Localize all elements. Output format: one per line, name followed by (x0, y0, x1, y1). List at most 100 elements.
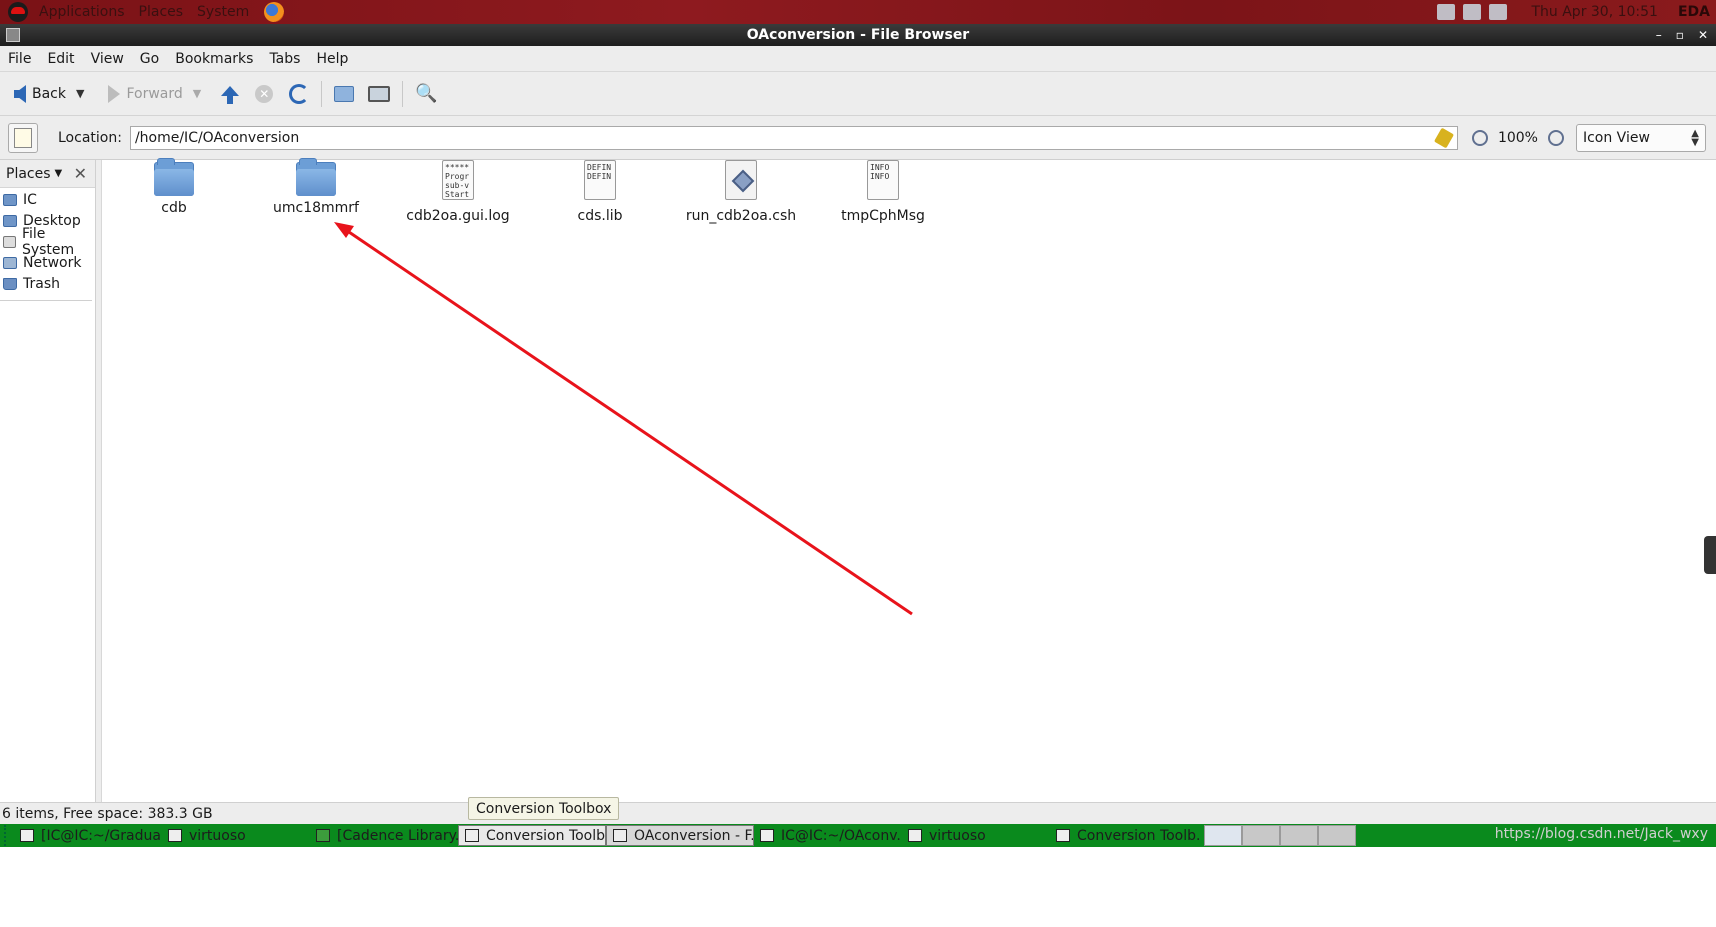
menu-help[interactable]: Help (308, 51, 356, 67)
sidebar-header[interactable]: Places ▼ ✕ (0, 160, 95, 188)
sidebar-resize-handle[interactable] (96, 160, 102, 802)
clock[interactable]: Thu Apr 30, 10:51 (1531, 4, 1657, 20)
close-window-icon[interactable]: ✕ (1698, 28, 1708, 42)
view-mode-value: Icon View (1582, 129, 1650, 146)
maximize-icon[interactable]: ▫ (1676, 28, 1684, 42)
menubar: File Edit View Go Bookmarks Tabs Help (0, 46, 1716, 72)
task-label: IC@IC:~/OAconv... (781, 827, 902, 844)
file-name: cdb2oa.gui.log (406, 208, 510, 224)
menu-go[interactable]: Go (132, 51, 167, 67)
icon-view[interactable]: cdb umc18mmrf ***** Progr sub-v Start cd… (103, 158, 1716, 802)
taskbar: [IC@IC:~/Gradua... virtuoso [Cadence Lib… (0, 824, 1716, 847)
toggle-location-edit-button[interactable] (8, 122, 38, 153)
close-sidebar-icon[interactable]: ✕ (74, 164, 87, 183)
printer-icon[interactable] (1437, 4, 1456, 20)
task-button[interactable]: Conversion Toolb... (458, 825, 606, 846)
zoom-level[interactable]: 100% (1498, 130, 1538, 146)
status-text: 6 items, Free space: 383.3 GB (2, 805, 213, 822)
task-button[interactable]: virtuoso (902, 825, 1050, 846)
task-label: [IC@IC:~/Gradua... (41, 827, 162, 844)
places-menu[interactable]: Places (132, 4, 191, 20)
task-button[interactable]: [IC@IC:~/Gradua... (14, 825, 162, 846)
panel-tray: Thu Apr 30, 10:51 EDA (1437, 4, 1716, 20)
terminal-icon (760, 829, 774, 842)
panel-menus: Applications Places System (32, 0, 256, 24)
zoom-out-icon[interactable] (1471, 129, 1488, 146)
show-desktop-button[interactable] (1204, 825, 1242, 846)
text-file-icon: DEFIN DEFIN (584, 160, 616, 200)
file-item[interactable]: DEFIN DEFIN cds.lib (535, 160, 665, 224)
stop-button[interactable]: ✕ (251, 78, 277, 110)
sidebar-item-network[interactable]: Network (0, 252, 95, 273)
window-titlebar[interactable]: OAconversion - File Browser – ▫ ✕ (0, 24, 1716, 46)
location-input[interactable]: /home/IC/OAconversion (129, 125, 1458, 150)
computer-button[interactable] (364, 78, 394, 110)
computer-icon (368, 85, 391, 102)
clear-location-icon[interactable] (1433, 127, 1454, 148)
system-menu[interactable]: System (190, 4, 256, 20)
up-button[interactable] (217, 78, 243, 110)
back-button[interactable]: Back ▼ (10, 78, 88, 110)
home-folder-icon (3, 193, 17, 206)
menu-tabs[interactable]: Tabs (261, 51, 308, 67)
task-button[interactable]: [Cadence Library... (310, 825, 458, 846)
task-button[interactable]: OAconversion - F... (606, 825, 754, 846)
cadence-icon (908, 829, 922, 842)
volume-icon[interactable] (1463, 4, 1482, 20)
minimize-icon[interactable]: – (1656, 28, 1662, 42)
chevron-down-icon[interactable]: ▼ (55, 168, 63, 179)
file-item[interactable]: INFO INFO tmpCphMsg (818, 160, 948, 224)
file-item[interactable]: cdb (109, 158, 239, 216)
task-label: virtuoso (189, 827, 246, 844)
window-title: OAconversion - File Browser (746, 27, 970, 43)
menu-file[interactable]: File (0, 51, 39, 67)
sidebar-item-label: IC (23, 191, 37, 208)
cadence-icon (465, 829, 479, 842)
home-button[interactable] (330, 78, 358, 110)
forward-history-dropdown[interactable]: ▼ (193, 87, 201, 100)
network-status-icon[interactable] (1489, 4, 1508, 20)
menu-bookmarks[interactable]: Bookmarks (167, 51, 261, 67)
location-bar: Location: /home/IC/OAconversion 100% Ico… (0, 116, 1716, 160)
redhat-logo-icon[interactable] (8, 2, 28, 22)
task-label: virtuoso (929, 827, 986, 844)
tooltip: Conversion Toolbox (468, 797, 620, 820)
sidebar-item-ic[interactable]: IC (0, 189, 95, 210)
location-path: /home/IC/OAconversion (134, 129, 300, 146)
task-button[interactable]: IC@IC:~/OAconv... (754, 825, 902, 846)
menu-edit[interactable]: Edit (39, 51, 82, 67)
watermark: https://blog.csdn.net/Jack_wxy (1494, 826, 1708, 842)
window-menu-icon[interactable] (6, 28, 20, 42)
file-item[interactable]: umc18mmrf (251, 158, 381, 216)
file-item[interactable]: ***** Progr sub-v Start cdb2oa.gui.log (393, 160, 523, 224)
toolbar: Back ▼ Forward ▼ ✕ 🔍 (0, 72, 1716, 116)
location-label: Location: (58, 129, 122, 146)
sidebar-item-file-system[interactable]: File System (0, 226, 95, 258)
forward-label: Forward (126, 85, 183, 102)
reload-button[interactable] (285, 78, 313, 110)
task-label: [Cadence Library... (337, 827, 458, 844)
network-icon (3, 256, 17, 269)
workspace-switcher-1[interactable] (1242, 825, 1280, 846)
workspace-switcher-3[interactable] (1318, 825, 1356, 846)
forward-button[interactable]: Forward ▼ (98, 78, 205, 110)
script-file-icon (725, 160, 757, 200)
firefox-icon[interactable] (264, 2, 285, 22)
workspace-switcher-2[interactable] (1280, 825, 1318, 846)
taskbar-handle[interactable] (4, 825, 14, 846)
zoom-in-icon[interactable] (1547, 129, 1564, 146)
view-mode-select[interactable]: Icon View ▲ ▼ (1575, 123, 1706, 152)
search-button[interactable]: 🔍 (411, 78, 441, 110)
task-button[interactable]: virtuoso (162, 825, 310, 846)
menu-view[interactable]: View (83, 51, 132, 67)
side-handle[interactable] (1704, 536, 1716, 574)
back-history-dropdown[interactable]: ▼ (76, 87, 84, 100)
user-name[interactable]: EDA (1678, 4, 1710, 20)
task-button[interactable]: Conversion Toolb... (1050, 825, 1200, 846)
home-folder-icon (334, 85, 355, 102)
file-item[interactable]: run_cdb2oa.csh (676, 160, 806, 224)
sidebar-item-trash[interactable]: Trash (0, 273, 95, 294)
terminal-icon (20, 829, 34, 842)
applications-menu[interactable]: Applications (32, 4, 132, 20)
tooltip-text: Conversion Toolbox (476, 800, 612, 817)
